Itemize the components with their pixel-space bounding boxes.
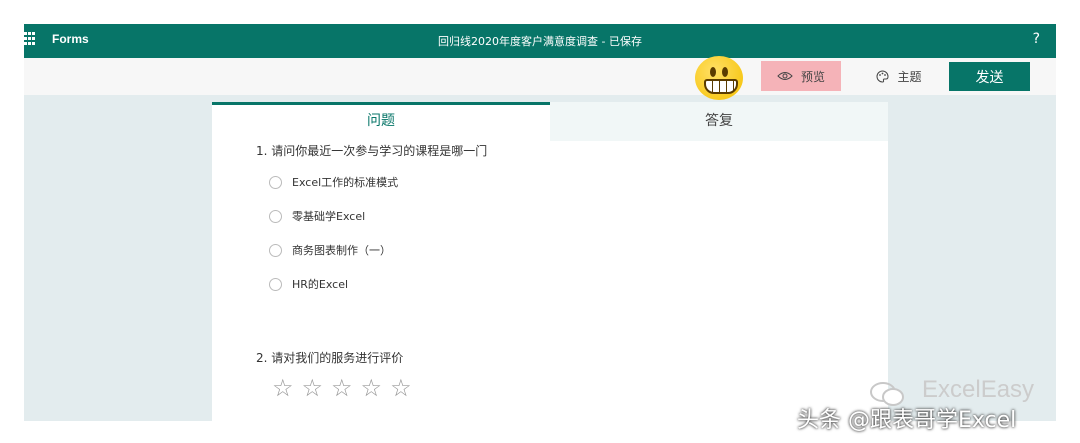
star-icon[interactable]: ☆ [302,375,324,401]
choice-option[interactable]: Excel工作的标准模式 [269,174,398,190]
radio-button[interactable] [269,209,282,223]
tab-responses[interactable]: 答复 [550,102,888,141]
radio-button[interactable] [269,243,282,257]
star-icon[interactable]: ☆ [390,375,412,401]
choice-label: HR的Excel [292,278,349,291]
theme-button[interactable]: 主题 [864,61,934,91]
choice-option[interactable]: 商务图表制作（一） [269,242,391,258]
form-title: 回归线2020年度客户满意度调查 - 已保存 [438,35,642,48]
tab-questions[interactable]: 问题 [212,102,550,141]
star-icon[interactable]: ☆ [361,375,383,401]
radio-button[interactable] [269,175,282,189]
send-button[interactable]: 发送 [949,62,1030,91]
choice-label: 商务图表制作（一） [292,244,391,257]
tab-bar: 问题 答复 [212,102,888,141]
preview-button[interactable]: 预览 [761,61,841,91]
choice-option[interactable]: HR的Excel [269,276,348,292]
question-title: 1. 请问你最近一次参与学习的课程是哪一门 [256,144,488,158]
grin-emoji-icon [695,56,743,100]
watermark-brand: ExcelEasy [922,376,1035,403]
theme-label: 主题 [897,69,922,84]
choice-label: Excel工作的标准模式 [292,176,399,189]
question-title: 2. 请对我们的服务进行评价 [256,351,404,365]
eye-icon [777,72,793,80]
radio-button[interactable] [269,277,282,291]
star-icon[interactable]: ☆ [331,375,353,401]
star-rating: ☆ ☆ ☆ ☆ ☆ [272,375,412,401]
help-button[interactable]: ? [1033,31,1040,47]
form-card: 1. 请问你最近一次参与学习的课程是哪一门 Excel工作的标准模式 零基础学E… [212,141,888,421]
choice-option[interactable]: 零基础学Excel [269,208,365,224]
preview-label: 预览 [800,69,825,84]
choice-label: 零基础学Excel [292,210,366,223]
watermark-source: 头条 @跟表哥学Excel [797,408,1017,433]
star-icon[interactable]: ☆ [272,375,294,401]
top-bar: Forms 回归线2020年度客户满意度调查 - 已保存 ? [24,24,1056,58]
palette-icon [877,69,889,83]
